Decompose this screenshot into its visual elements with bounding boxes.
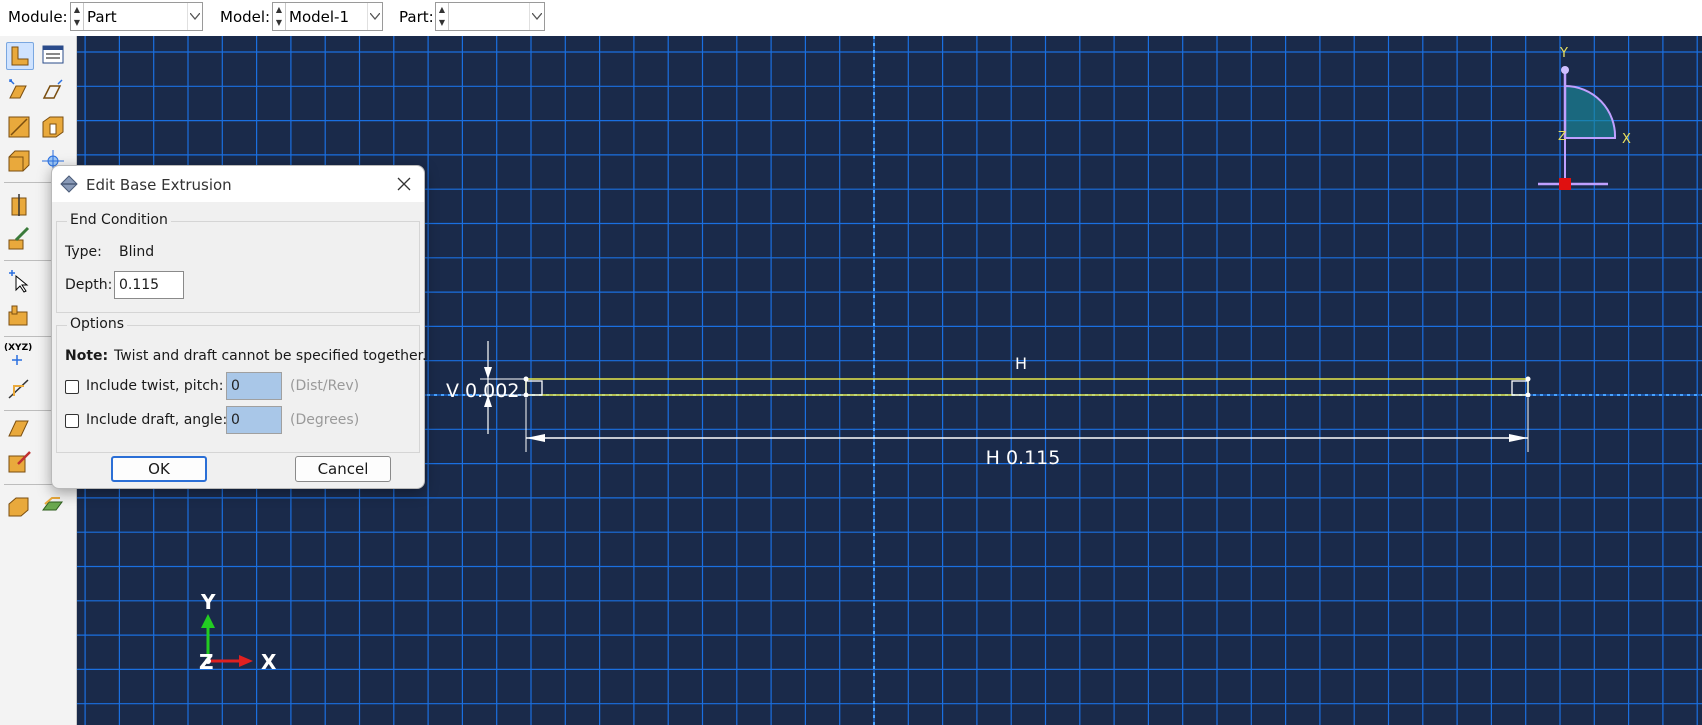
triad-x-label: X (1622, 132, 1631, 147)
part-label: Part: (399, 8, 434, 26)
global-y-label: Y (200, 590, 216, 614)
include-twist-checkbox[interactable] (65, 380, 79, 394)
model-value: Model-1 (289, 8, 349, 26)
end-condition-legend: End Condition (67, 212, 171, 228)
sketch-vertex[interactable] (1525, 376, 1531, 382)
context-bar: Module: ▲ ▼ Part Model: ▲ ▼ Model-1 Part: … (0, 0, 1702, 37)
module-spin-icon[interactable]: ▲ ▼ (71, 3, 84, 30)
note-label: Note: (65, 348, 109, 364)
depth-input[interactable]: 0.115 (114, 271, 184, 299)
create-solid-sweep-icon[interactable] (40, 492, 66, 518)
datum-point-xyz-icon[interactable]: (XYZ) (4, 342, 33, 368)
create-round-icon[interactable] (6, 148, 32, 174)
part-spin-icon[interactable]: ▲ ▼ (436, 3, 449, 30)
draft-unit: (Degrees) (290, 412, 360, 428)
datum-axis-icon[interactable] (6, 376, 32, 402)
query-icon[interactable] (6, 268, 32, 294)
create-part-icon[interactable] (6, 42, 34, 70)
partition-icon[interactable] (6, 192, 32, 218)
type-label: Type: (65, 244, 102, 260)
create-solid-revolve-icon[interactable] (6, 492, 32, 518)
dialog-titlebar[interactable]: Edit Base Extrusion (52, 166, 424, 202)
create-wire-icon[interactable] (6, 114, 32, 140)
model-combo[interactable]: ▲ ▼ Model-1 (272, 2, 383, 31)
create-shell-icon[interactable] (40, 78, 66, 104)
model-label: Model: (220, 8, 271, 26)
part-combo[interactable]: ▲ ▼ (435, 2, 545, 31)
dialog-title: Edit Base Extrusion (86, 176, 232, 194)
model-spin-icon[interactable]: ▲ ▼ (273, 3, 286, 30)
triad-y-label: Y (1559, 46, 1568, 61)
dialog-app-icon (60, 175, 78, 193)
module-label: Module: (8, 8, 68, 26)
module-value: Part (87, 8, 117, 26)
create-solid-extrude-icon[interactable] (6, 78, 32, 104)
module-dropdown-chevron-icon[interactable] (187, 3, 202, 30)
include-draft-checkbox[interactable] (65, 414, 79, 428)
twist-pitch-input[interactable]: 0 (226, 372, 282, 400)
set-partition-icon[interactable] (6, 302, 32, 328)
triad-z-label: Z (1558, 129, 1566, 143)
global-x-label: X (261, 650, 277, 674)
draft-angle-input[interactable]: 0 (226, 406, 282, 434)
xyz-label: (XYZ) (4, 343, 33, 353)
horizontal-constraint-label: H (1015, 354, 1027, 373)
twist-unit: (Dist/Rev) (290, 378, 360, 394)
options-legend: Options (67, 316, 128, 332)
type-value: Blind (119, 244, 155, 260)
part-manager-icon[interactable] (40, 42, 66, 68)
ok-button[interactable]: OK (111, 456, 207, 482)
sketch-vertex[interactable] (1525, 392, 1531, 398)
edit-base-extrusion-dialog: Edit Base Extrusion End Condition Type: … (51, 165, 427, 489)
note-text: Twist and draft cannot be specified toge… (114, 348, 427, 364)
close-icon[interactable] (394, 174, 414, 194)
end-condition-group: End Condition (56, 212, 420, 313)
include-draft-label[interactable]: Include draft, angle: (86, 412, 227, 428)
global-z-label: Z (199, 650, 214, 674)
create-cut-icon[interactable] (40, 114, 66, 140)
vertical-dimension-text[interactable]: V 0.002 (446, 380, 519, 402)
datum-plane-icon[interactable] (6, 416, 32, 442)
cancel-button[interactable]: Cancel (295, 456, 391, 482)
depth-label: Depth: (65, 277, 113, 293)
edit-feature-icon[interactable] (6, 226, 32, 252)
model-dropdown-chevron-icon[interactable] (367, 3, 382, 30)
include-twist-label[interactable]: Include twist, pitch: (86, 378, 223, 394)
part-dropdown-chevron-icon[interactable] (529, 3, 544, 30)
horizontal-dimension-text[interactable]: H 0.115 (986, 447, 1061, 469)
datum-csys-icon[interactable] (6, 450, 32, 476)
module-combo[interactable]: ▲ ▼ Part (70, 2, 203, 31)
